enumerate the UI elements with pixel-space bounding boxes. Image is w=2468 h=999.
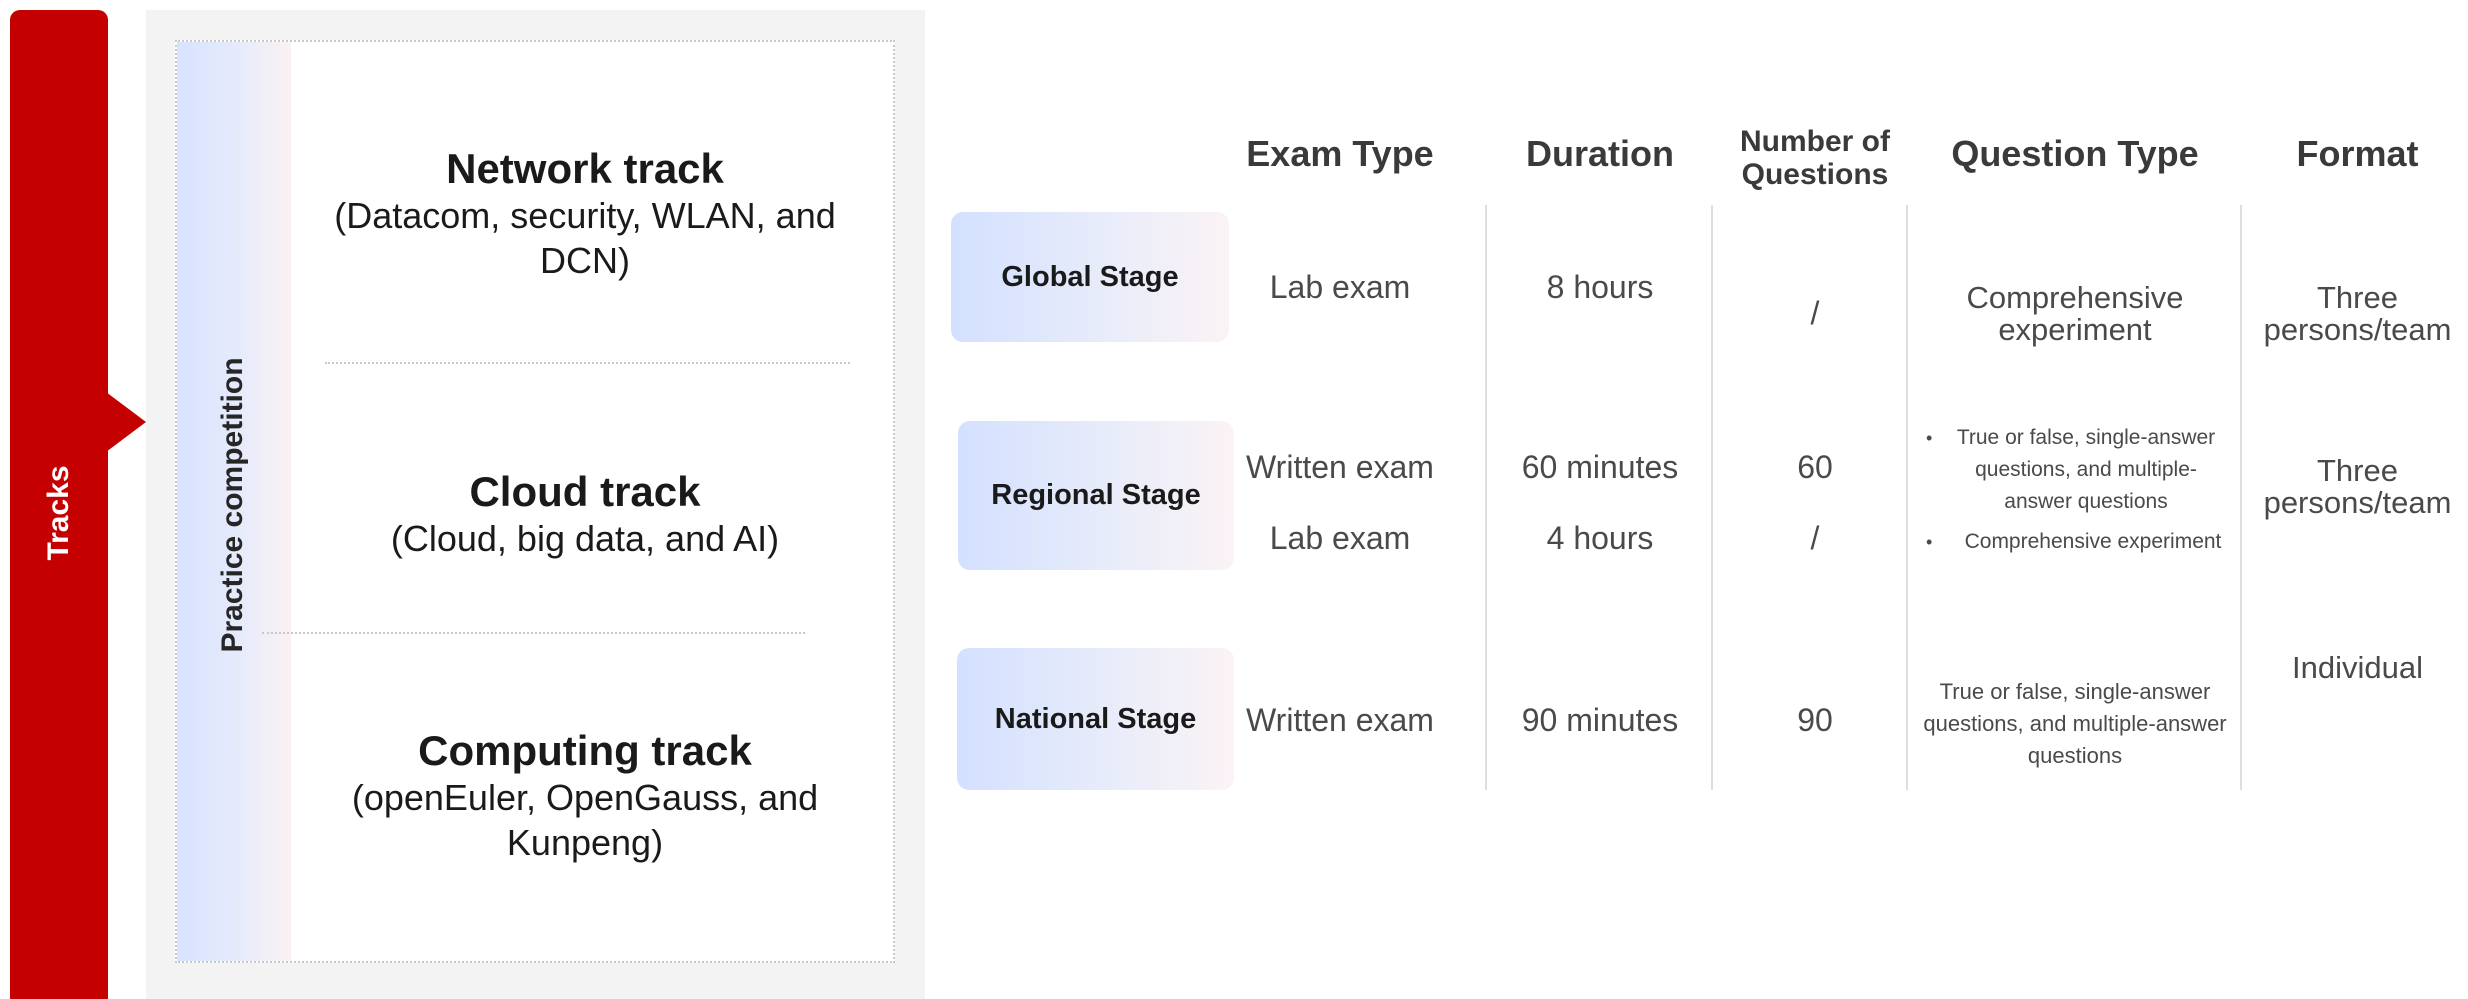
track-name: Network track xyxy=(446,145,724,192)
track-name: Cloud track xyxy=(469,468,701,515)
track-desc: (openEuler, OpenGauss, and Kunpeng) xyxy=(351,777,819,863)
duration-cell: 8 hours xyxy=(1546,269,1654,305)
stage-national: National Stage xyxy=(957,648,1234,790)
header-number-of-questions: Number of Questions xyxy=(1740,125,1890,191)
question-type-item: Comprehensive experiment xyxy=(1922,526,2232,558)
duration-cell: 90 minutes xyxy=(1521,702,1679,738)
column-separator xyxy=(1711,205,1713,790)
network-track: Network track (Datacom, security, WLAN, … xyxy=(300,145,870,283)
stage-name: National Stage xyxy=(994,702,1197,735)
stage-global: Global Stage xyxy=(951,212,1229,342)
duration-cell: 60 minutes xyxy=(1521,449,1679,485)
stage-regional: Regional Stage xyxy=(958,421,1234,570)
cloud-track: Cloud track (Cloud, big data, and AI) xyxy=(300,468,870,561)
header-format: Format xyxy=(2296,133,2419,174)
question-type-list: True or false, single-answer questions, … xyxy=(1922,422,2232,558)
track-desc: (Cloud, big data, and AI) xyxy=(390,518,780,559)
exam-type-cell: Lab exam xyxy=(1269,520,1411,556)
header-question-type: Question Type xyxy=(1951,133,2199,174)
track-desc: (Datacom, security, WLAN, and DCN) xyxy=(334,195,836,281)
stage-name: Global Stage xyxy=(1001,260,1179,293)
questions-cell: 60 xyxy=(1797,449,1833,485)
track-name: Computing track xyxy=(418,727,752,774)
tracks-arrow xyxy=(106,392,146,452)
question-type-item: True or false, single-answer questions, … xyxy=(1922,422,2232,518)
column-separator xyxy=(1485,205,1487,790)
practice-competition-label: Practice competition xyxy=(216,357,249,653)
questions-cell: / xyxy=(1810,520,1820,556)
stage-name: Regional Stage xyxy=(991,479,1201,511)
tracks-label: Tracks xyxy=(42,465,75,561)
format-cell: Three persons/team xyxy=(2263,280,2452,347)
questions-cell: 90 xyxy=(1797,702,1833,738)
practice-competition-strip: Practice competition xyxy=(177,42,291,961)
track-divider xyxy=(325,362,850,364)
exam-type-cell: Written exam xyxy=(1246,449,1434,485)
tracks-bar: Tracks xyxy=(10,10,108,999)
header-exam-type: Exam Type xyxy=(1246,133,1434,174)
duration-cell: 4 hours xyxy=(1546,520,1654,556)
question-type-cell: Comprehensive experiment xyxy=(1966,280,2184,347)
track-divider xyxy=(262,632,805,634)
format-cell: Three persons/team xyxy=(2263,453,2452,520)
computing-track: Computing track (openEuler, OpenGauss, a… xyxy=(300,727,870,865)
exam-type-cell: Written exam xyxy=(1246,702,1434,738)
column-separator xyxy=(2240,205,2242,790)
question-type-cell: True or false, single-answer questions, … xyxy=(1923,679,2227,768)
format-cell: Individual xyxy=(2292,650,2423,685)
header-duration: Duration xyxy=(1526,133,1674,174)
questions-cell: / xyxy=(1810,295,1820,331)
exam-type-cell: Lab exam xyxy=(1269,269,1411,305)
